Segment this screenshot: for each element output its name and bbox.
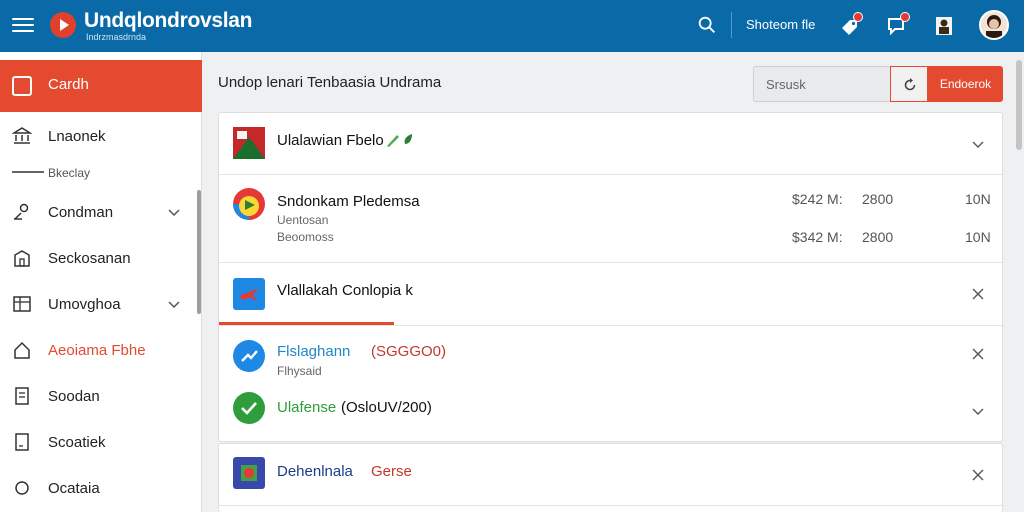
leaf-icon bbox=[387, 134, 412, 147]
notification-dot bbox=[853, 12, 863, 22]
amount-value: $242 M: bbox=[792, 191, 843, 207]
top-divider bbox=[731, 12, 732, 38]
list-item[interactable]: Vlallakah Conlopia k bbox=[219, 263, 1004, 325]
list-item-tag: Gerse bbox=[371, 463, 412, 480]
chevron-down-icon[interactable] bbox=[971, 137, 985, 151]
results-card: Ulalawian Fbelo Sndonkam Pledemsa Uentos… bbox=[218, 112, 1004, 442]
bank-icon bbox=[12, 127, 32, 144]
indent-bar bbox=[12, 171, 44, 173]
unit-value: 10N bbox=[965, 229, 991, 245]
top-app-bar: Undqlondrovslan Indrzmasdrnda Shoteom fl… bbox=[0, 0, 1024, 52]
search-icon[interactable] bbox=[696, 14, 718, 36]
circle-icon bbox=[15, 481, 29, 495]
document-icon bbox=[15, 387, 29, 405]
list-item-title: Dehenlnala bbox=[277, 463, 353, 480]
sidebar-item-label: Aeoiama Fbhe bbox=[48, 342, 146, 359]
sidebar-item-label: Umovghoa bbox=[48, 296, 121, 313]
app-logo-icon bbox=[50, 12, 76, 38]
app-subtitle: Indrzmasdrnda bbox=[86, 32, 147, 42]
sidebar-scrollbar[interactable] bbox=[197, 190, 201, 314]
sidebar-subitem-label: Bkeclay bbox=[48, 166, 91, 180]
folder-icon bbox=[12, 76, 32, 96]
list-item-subtitle: Uentosan bbox=[277, 213, 329, 227]
puzzle-icon bbox=[233, 457, 265, 489]
sidebar-item-condman[interactable]: Condman bbox=[0, 192, 202, 232]
search-placeholder: Srsusk bbox=[766, 77, 806, 92]
chevron-down-icon[interactable] bbox=[971, 404, 985, 418]
chevron-down-icon[interactable] bbox=[166, 204, 182, 220]
primary-action-button[interactable]: Endoerok bbox=[928, 66, 1003, 102]
list-item-title: Vlallakah Conlopia k bbox=[277, 282, 413, 299]
plane-thumbnail-icon bbox=[233, 278, 265, 310]
list-item[interactable]: Flslaghann (SGGGO0) Flhysaid bbox=[219, 326, 1004, 384]
list-item[interactable]: Dehenlnala Gerse bbox=[219, 444, 1004, 506]
check-icon bbox=[233, 392, 265, 424]
refresh-icon bbox=[904, 78, 916, 91]
sidebar-item-seckosanan[interactable]: Seckosanan bbox=[0, 238, 202, 278]
count-value: 2800 bbox=[862, 191, 894, 207]
profile-card-icon[interactable] bbox=[932, 14, 956, 38]
sidebar-item-label: Seckosanan bbox=[48, 250, 131, 267]
list-item-subtitle: Beoomoss bbox=[277, 230, 334, 244]
trending-icon bbox=[233, 340, 265, 372]
table-icon bbox=[13, 296, 31, 312]
list-item-title: Flslaghann bbox=[277, 343, 351, 360]
sidebar-item-active[interactable]: Cardh bbox=[0, 60, 202, 112]
sidebar-subitem[interactable]: Bkeclay bbox=[0, 162, 202, 182]
page-title: Undop lenari Tenbaasia Undrama bbox=[218, 74, 442, 91]
user-avatar[interactable] bbox=[979, 10, 1009, 40]
user-key-icon bbox=[14, 203, 29, 220]
sidebar-item-scoatiek[interactable]: Scoatiek bbox=[0, 422, 202, 462]
sidebar-item-label: Soodan bbox=[48, 388, 100, 405]
file-icon bbox=[15, 433, 29, 451]
building-icon bbox=[14, 250, 30, 267]
chevron-down-icon[interactable] bbox=[166, 296, 182, 312]
list-item[interactable]: Sndonkam Pledemsa Uentosan Beoomoss $242… bbox=[219, 175, 1004, 263]
sidebar-item-label: Condman bbox=[48, 204, 114, 221]
home-icon bbox=[14, 341, 30, 359]
menu-icon[interactable] bbox=[12, 14, 34, 36]
sidebar-item-label: Lnaonek bbox=[48, 128, 106, 145]
list-item-tag: (SGGGO0) bbox=[371, 343, 447, 360]
amount-value: $342 M: bbox=[792, 229, 843, 245]
notification-dot bbox=[900, 12, 910, 22]
close-icon[interactable] bbox=[971, 468, 985, 482]
list-item-subtitle: Flhysaid bbox=[277, 364, 322, 378]
top-link[interactable]: Shoteom fle bbox=[746, 17, 815, 32]
unit-value: 10N bbox=[965, 191, 991, 207]
refresh-button[interactable] bbox=[890, 66, 928, 102]
list-item-tag: (OsloUV/200) bbox=[341, 399, 432, 416]
list-item[interactable]: Ulafense (OsloUV/200) bbox=[219, 384, 1004, 442]
media-thumbnail-icon bbox=[233, 188, 265, 220]
sidebar-item-umovghoa[interactable]: Umovghoa bbox=[0, 284, 202, 324]
count-value: 2800 bbox=[862, 229, 894, 245]
close-icon[interactable] bbox=[971, 287, 985, 301]
app-title: Undqlondrovslan bbox=[84, 9, 253, 32]
sidebar-item-soodan[interactable]: Soodan bbox=[0, 376, 202, 416]
sidebar-item-label: Cardh bbox=[48, 76, 89, 93]
image-thumbnail-icon bbox=[233, 127, 265, 159]
list-item-title: Ulalawian Fbelo bbox=[277, 132, 384, 149]
results-card: Dehenlnala Gerse bbox=[218, 443, 1004, 512]
sidebar: Cardh Lnaonek Bkeclay Condman Seckosanan… bbox=[0, 52, 202, 512]
list-item-title: Ulafense bbox=[277, 399, 337, 416]
sidebar-item-home[interactable]: Lnaonek bbox=[0, 116, 202, 156]
page-scrollbar[interactable] bbox=[1016, 60, 1022, 150]
search-input[interactable]: Srsusk bbox=[753, 66, 891, 102]
close-icon[interactable] bbox=[971, 347, 985, 361]
sidebar-item-label: Ocataia bbox=[48, 480, 100, 497]
sidebar-item-ocataia[interactable]: Ocataia bbox=[0, 468, 202, 508]
list-item[interactable]: Ulalawian Fbelo bbox=[219, 113, 1004, 175]
list-item-title: Sndonkam Pledemsa bbox=[277, 193, 420, 210]
sidebar-item-label: Scoatiek bbox=[48, 434, 106, 451]
sidebar-item-aeoiama[interactable]: Aeoiama Fbhe bbox=[0, 330, 202, 370]
